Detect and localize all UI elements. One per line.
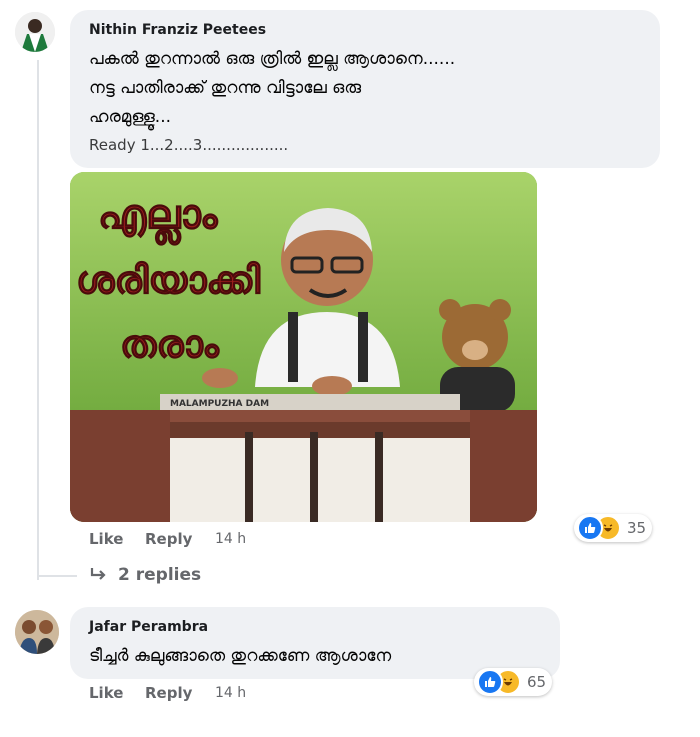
- thread-line-curve: [37, 575, 77, 577]
- thread-line: [37, 60, 39, 580]
- like-button[interactable]: Like: [89, 684, 123, 702]
- reply-arrow-icon: [90, 566, 112, 585]
- avatar[interactable]: [15, 610, 59, 654]
- comment-text: ടീച്ചർ കുലുങ്ങാതെ തുറക്കണേ ആശാനേ: [89, 646, 392, 666]
- reaction-count: 35: [627, 519, 647, 537]
- avatar-image: [15, 12, 55, 52]
- reaction-summary[interactable]: 35: [574, 514, 653, 542]
- like-reaction-icon: [477, 669, 503, 695]
- avatar-image: [15, 610, 59, 654]
- timestamp[interactable]: 14 h: [215, 685, 246, 701]
- replies-count[interactable]: 2 replies: [118, 565, 201, 585]
- reaction-count: 65: [527, 673, 547, 691]
- comment-text-line: Ready 1...2....3..................: [89, 136, 289, 154]
- like-reaction-icon: [577, 515, 603, 541]
- comment-attachment-image[interactable]: MALAMPUZHA DAM എല്ലാം ശരിയാക്കി തരാം: [70, 172, 537, 522]
- avatar[interactable]: [15, 12, 55, 52]
- reaction-summary[interactable]: 65: [474, 668, 553, 696]
- meme-caption-word: എല്ലാം: [97, 192, 218, 239]
- comment-author[interactable]: Nithin Franziz Peetees: [89, 22, 266, 38]
- timestamp[interactable]: 14 h: [215, 531, 246, 547]
- view-replies-link[interactable]: 2 replies: [90, 565, 201, 585]
- comment-text-line: നട്ട പാതിരാക്ക് തുറന്നു വിട്ടാലേ ഒരു: [89, 78, 362, 98]
- reply-button[interactable]: Reply: [145, 530, 192, 548]
- reply-button[interactable]: Reply: [145, 684, 192, 702]
- comment-text-line: പകൽ തുറന്നാൽ ഒരു ത്രിൽ ഇല്ല ആശാനെ......: [89, 49, 456, 69]
- comment-author[interactable]: Jafar Perambra: [89, 619, 208, 635]
- meme-caption-word: ശരിയാക്കി: [76, 258, 261, 303]
- meme-caption-word: തരാം: [120, 322, 220, 367]
- like-button[interactable]: Like: [89, 530, 123, 548]
- comment-text-line: ഹരമുള്ളൂ...: [89, 107, 172, 127]
- meme-sign-text: MALAMPUZHA DAM: [170, 399, 269, 409]
